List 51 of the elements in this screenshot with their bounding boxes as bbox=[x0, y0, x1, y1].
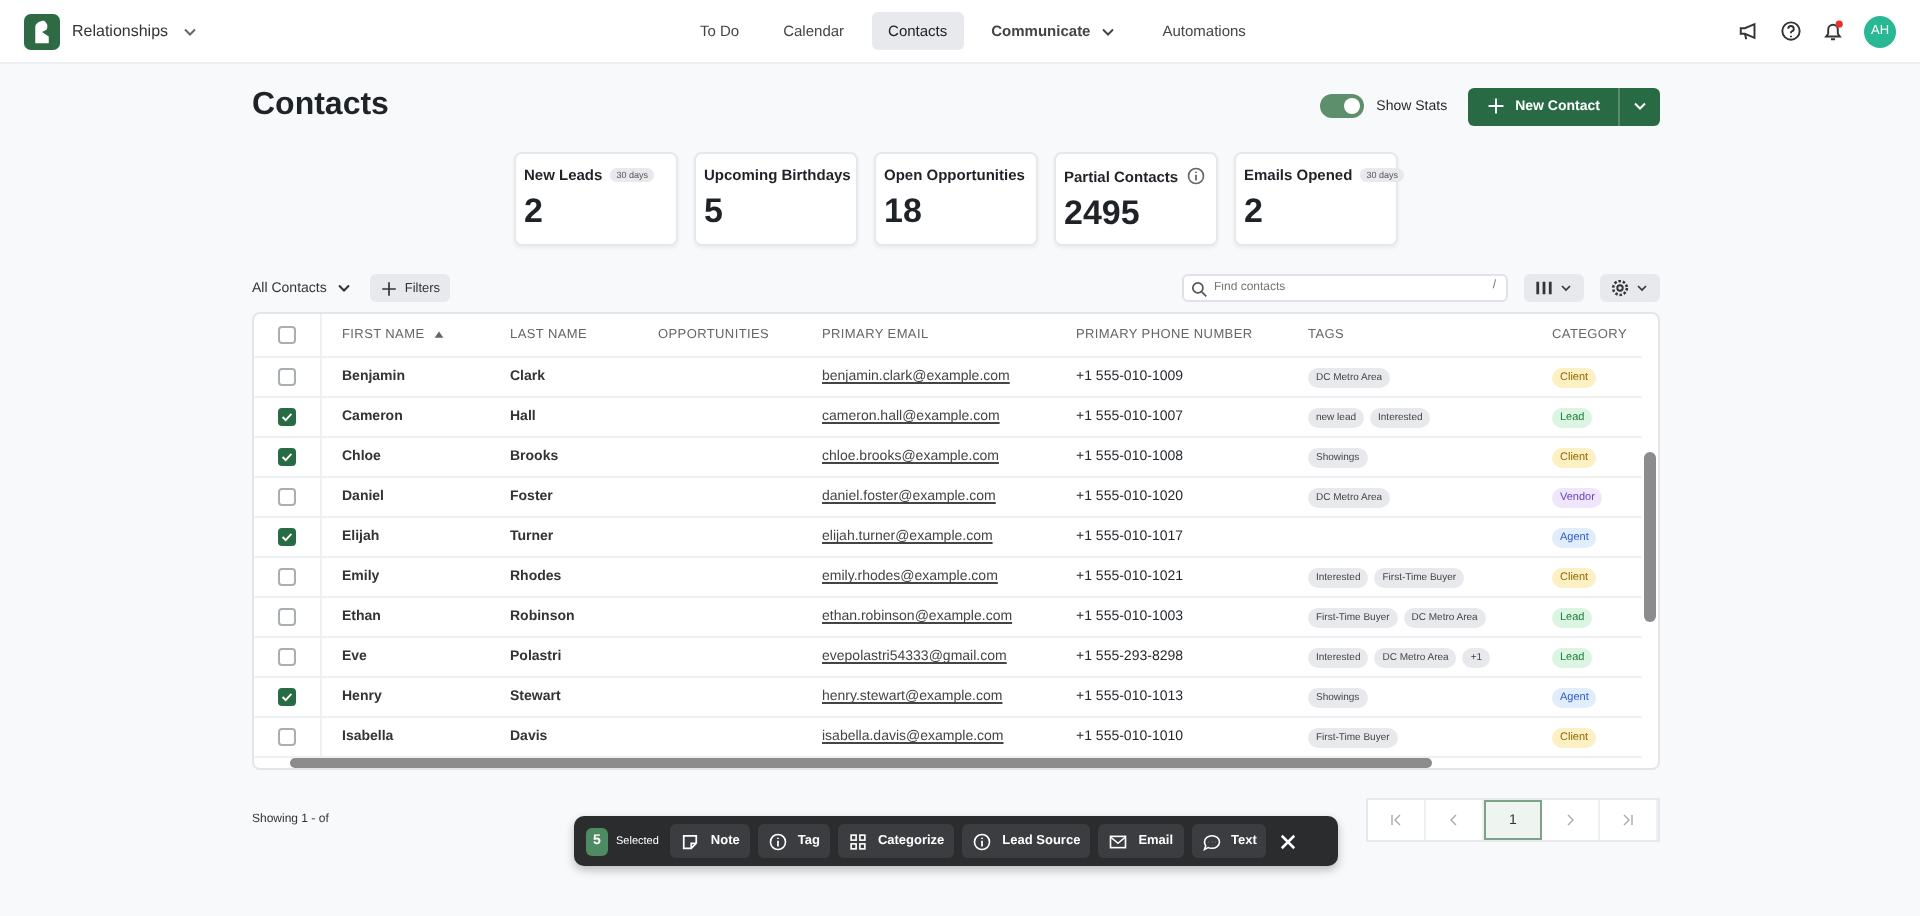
close-icon bbox=[1278, 831, 1299, 851]
stat-value: 2 bbox=[1244, 192, 1265, 232]
help-icon[interactable] bbox=[1780, 20, 1802, 42]
note-icon bbox=[680, 831, 701, 851]
check-icon bbox=[280, 410, 294, 424]
grid-icon bbox=[847, 831, 868, 851]
search-icon bbox=[1190, 279, 1208, 297]
stat-value: 2495 bbox=[1064, 194, 1142, 234]
notification-bell-icon[interactable] bbox=[1822, 20, 1844, 42]
chat-bubble-icon bbox=[1201, 831, 1222, 851]
app-logo-icon[interactable] bbox=[24, 13, 60, 49]
columns-icon bbox=[1534, 278, 1554, 298]
columns-button[interactable] bbox=[1524, 274, 1584, 302]
chevron-down-icon bbox=[1634, 280, 1650, 296]
dropdown-button[interactable] bbox=[1618, 87, 1660, 125]
row-checkbox[interactable] bbox=[278, 368, 296, 386]
check-icon bbox=[280, 690, 294, 704]
info-icon bbox=[972, 831, 993, 851]
close-button[interactable] bbox=[1278, 831, 1299, 851]
row-checkbox[interactable] bbox=[278, 608, 296, 626]
row-checkbox[interactable] bbox=[278, 648, 296, 666]
info-icon bbox=[767, 831, 788, 851]
row-checkbox[interactable] bbox=[278, 488, 296, 506]
settings-button[interactable] bbox=[1600, 274, 1660, 302]
megaphone-icon[interactable] bbox=[1738, 20, 1760, 42]
plus-icon bbox=[380, 279, 399, 297]
info-icon[interactable] bbox=[1186, 166, 1207, 186]
stat-value: 5 bbox=[704, 192, 725, 232]
select-all-checkbox[interactable] bbox=[278, 326, 296, 344]
row-checkbox[interactable] bbox=[278, 688, 296, 706]
check-icon bbox=[280, 530, 294, 544]
plus-icon bbox=[1485, 96, 1506, 116]
row-checkbox[interactable] bbox=[278, 568, 296, 586]
chevron-down-icon bbox=[1558, 280, 1574, 296]
row-checkbox[interactable] bbox=[278, 448, 296, 466]
row-checkbox[interactable] bbox=[278, 728, 296, 746]
check-icon bbox=[280, 450, 294, 464]
first-page-icon bbox=[1388, 812, 1404, 828]
previous-page-icon bbox=[1446, 812, 1462, 828]
last-page-icon bbox=[1620, 812, 1636, 828]
row-checkbox[interactable] bbox=[278, 528, 296, 546]
app-name[interactable]: Relationships bbox=[72, 22, 169, 40]
stat-value: 18 bbox=[884, 192, 924, 232]
settings-icon bbox=[1610, 278, 1630, 298]
stats-toggle[interactable] bbox=[1320, 94, 1365, 118]
sort-ascending-icon[interactable] bbox=[432, 328, 447, 342]
stat-value: 2 bbox=[524, 192, 545, 232]
envelope-icon bbox=[1108, 831, 1129, 851]
page-title: Contacts bbox=[252, 88, 389, 124]
next-page-icon bbox=[1562, 812, 1578, 828]
row-checkbox[interactable] bbox=[278, 408, 296, 426]
